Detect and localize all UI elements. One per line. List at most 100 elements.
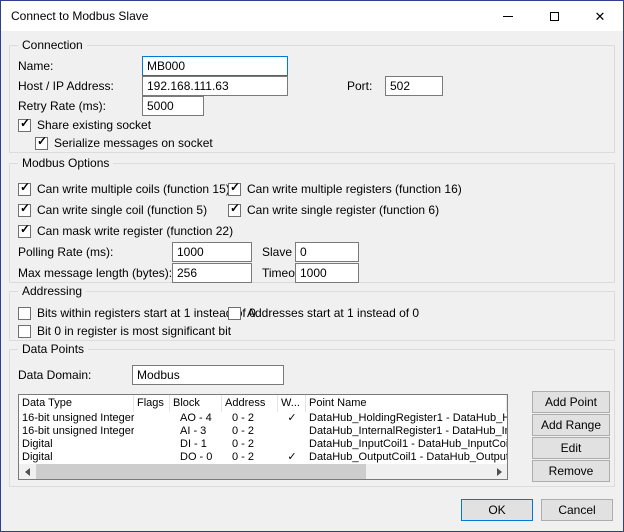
column-header-block[interactable]: Block — [170, 395, 222, 412]
cell-block: AO - 4 — [170, 412, 222, 425]
table-row[interactable]: Digital DO - 0 0 - 2 ✓ DataHub_OutputCoi… — [19, 451, 507, 464]
checkbox-label: Serialize messages on socket — [54, 136, 213, 150]
cell-point-name: DataHub_OutputCoil1 - DataHub_OutputCoil… — [306, 451, 507, 464]
checkbox-label: Can write multiple registers (function 1… — [247, 182, 462, 196]
scroll-right-button[interactable] — [491, 464, 507, 479]
checkbox-write-multiple-registers[interactable]: ✓ Can write multiple registers (function… — [228, 182, 462, 196]
points-table-header: Data Type Flags Block Address W... Point… — [19, 395, 507, 412]
group-addressing: Addressing Bits within registers start a… — [9, 291, 615, 341]
checkbox-box-icon — [18, 307, 31, 320]
cell-point-name: DataHub_HoldingRegister1 - DataHub_Holdi… — [306, 412, 507, 425]
max-message-length-input[interactable] — [172, 263, 252, 283]
group-connection-label: Connection — [18, 38, 87, 53]
ok-button[interactable]: OK — [461, 499, 533, 521]
checkbox-box-icon: ✓ — [18, 119, 31, 132]
polling-rate-input[interactable] — [172, 242, 252, 262]
cell-point-name: DataHub_InternalRegister1 - DataHub_Inte… — [306, 425, 507, 438]
column-header-address[interactable]: Address — [222, 395, 278, 412]
checkbox-box-icon: ✓ — [228, 183, 241, 196]
cell-flags — [134, 451, 170, 464]
checkbox-bits-start-at-1[interactable]: Bits within registers start at 1 instead… — [18, 306, 256, 320]
checkbox-label: Addresses start at 1 instead of 0 — [247, 306, 419, 320]
checkbox-box-icon — [228, 307, 241, 320]
close-button[interactable]: ✕ — [577, 1, 623, 31]
check-icon: ✓ — [230, 202, 240, 215]
checkbox-box-icon: ✓ — [18, 183, 31, 196]
cell-data-type: 16-bit unsigned Integer — [19, 412, 134, 425]
cell-address: 0 - 2 — [222, 438, 278, 451]
cancel-button[interactable]: Cancel — [541, 499, 613, 521]
cell-data-type: Digital — [19, 438, 134, 451]
table-row[interactable]: 16-bit unsigned Integer AI - 3 0 - 2 Dat… — [19, 425, 507, 438]
dialog-connect-to-modbus-slave: Connect to Modbus Slave ✕ Connection Nam… — [0, 0, 624, 532]
host-input[interactable] — [142, 76, 288, 96]
checkbox-share-existing-socket[interactable]: ✓ Share existing socket — [18, 118, 151, 132]
slave-id-input[interactable] — [295, 242, 359, 262]
checkbox-mask-write-register[interactable]: ✓ Can mask write register (function 22) — [18, 224, 233, 238]
checkbox-label: Share existing socket — [37, 118, 151, 132]
port-input[interactable] — [385, 76, 443, 96]
checkbox-addresses-start-at-1[interactable]: Addresses start at 1 instead of 0 — [228, 306, 419, 320]
scroll-left-button[interactable] — [19, 464, 35, 479]
cell-data-type: Digital — [19, 451, 134, 464]
add-point-button[interactable]: Add Point — [532, 391, 610, 413]
check-icon: ✓ — [230, 181, 240, 194]
column-header-point-name[interactable]: Point Name — [306, 395, 507, 412]
checkbox-label: Can write single register (function 6) — [247, 203, 439, 217]
cell-flags — [134, 412, 170, 425]
close-icon: ✕ — [595, 10, 606, 23]
cell-writable-check: ✓ — [278, 412, 306, 425]
group-data-points: Data Points Data Domain: Data Type Flags… — [9, 349, 615, 487]
cell-flags — [134, 438, 170, 451]
checkbox-label: Bit 0 in register is most significant bi… — [37, 324, 231, 338]
cell-writable-check — [278, 438, 306, 451]
cell-writable-check: ✓ — [278, 451, 306, 464]
checkbox-write-single-coil[interactable]: ✓ Can write single coil (function 5) — [18, 203, 207, 217]
scroll-left-icon — [25, 468, 30, 476]
remove-button[interactable]: Remove — [532, 460, 610, 482]
check-icon: ✓ — [20, 181, 30, 194]
cell-writable-check — [278, 425, 306, 438]
host-label: Host / IP Address: — [18, 79, 114, 93]
table-row[interactable]: 16-bit unsigned Integer AO - 4 0 - 2 ✓ D… — [19, 412, 507, 425]
cell-address: 0 - 2 — [222, 412, 278, 425]
column-header-flags[interactable]: Flags — [134, 395, 170, 412]
retry-rate-input[interactable] — [142, 96, 204, 116]
maximize-button[interactable] — [531, 1, 577, 31]
checkbox-serialize-messages[interactable]: ✓ Serialize messages on socket — [35, 136, 213, 150]
edit-button[interactable]: Edit — [532, 437, 610, 459]
cell-block: DI - 1 — [170, 438, 222, 451]
cell-address: 0 - 2 — [222, 425, 278, 438]
minimize-icon — [503, 16, 513, 17]
group-addressing-label: Addressing — [18, 284, 86, 299]
retry-rate-label: Retry Rate (ms): — [18, 99, 106, 113]
scroll-right-icon — [497, 468, 502, 476]
scrollbar-track[interactable] — [35, 464, 491, 479]
checkbox-box-icon — [18, 325, 31, 338]
timeout-input[interactable] — [295, 263, 359, 283]
group-modbus-options: Modbus Options ✓ Can write multiple coil… — [9, 163, 615, 283]
checkbox-bit0-most-significant[interactable]: Bit 0 in register is most significant bi… — [18, 324, 231, 338]
max-message-length-label: Max message length (bytes): — [18, 266, 172, 280]
cell-address: 0 - 2 — [222, 451, 278, 464]
checkbox-label: Can mask write register (function 22) — [37, 224, 233, 238]
checkbox-write-multiple-coils[interactable]: ✓ Can write multiple coils (function 15) — [18, 182, 230, 196]
horizontal-scrollbar[interactable] — [19, 464, 507, 479]
column-header-data-type[interactable]: Data Type — [19, 395, 134, 412]
data-domain-input[interactable] — [132, 365, 284, 385]
cell-flags — [134, 425, 170, 438]
check-icon: ✓ — [20, 202, 30, 215]
titlebar: Connect to Modbus Slave ✕ — [1, 1, 623, 31]
column-header-writable[interactable]: W... — [278, 395, 306, 412]
name-input[interactable] — [142, 56, 288, 76]
scrollbar-thumb[interactable] — [36, 464, 366, 479]
checkbox-box-icon: ✓ — [35, 137, 48, 150]
data-points-list[interactable]: Data Type Flags Block Address W... Point… — [18, 394, 508, 480]
add-range-button[interactable]: Add Range — [532, 414, 610, 436]
checkbox-label: Can write multiple coils (function 15) — [37, 182, 230, 196]
checkbox-box-icon: ✓ — [18, 225, 31, 238]
minimize-button[interactable] — [485, 1, 531, 31]
table-row[interactable]: Digital DI - 1 0 - 2 DataHub_InputCoil1 … — [19, 438, 507, 451]
group-connection: Connection Name: Host / IP Address: Port… — [9, 45, 615, 153]
checkbox-write-single-register[interactable]: ✓ Can write single register (function 6) — [228, 203, 439, 217]
